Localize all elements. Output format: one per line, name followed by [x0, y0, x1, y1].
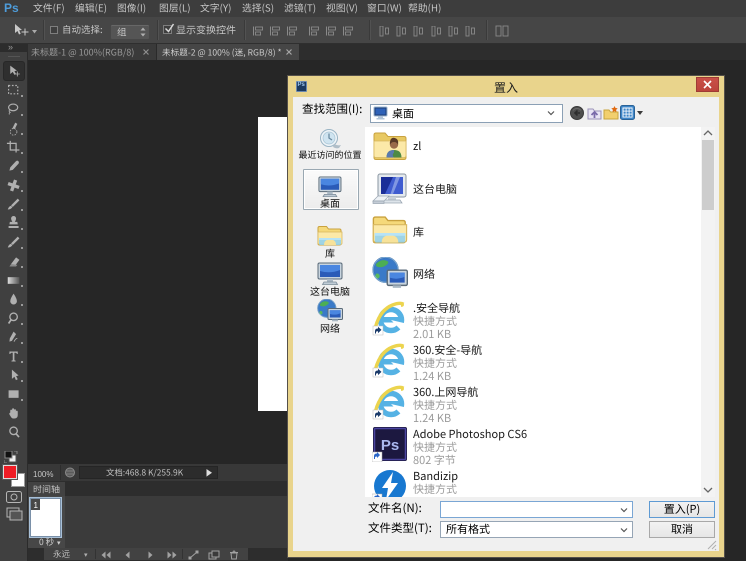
- svg-text:Ps: Ps: [381, 437, 399, 454]
